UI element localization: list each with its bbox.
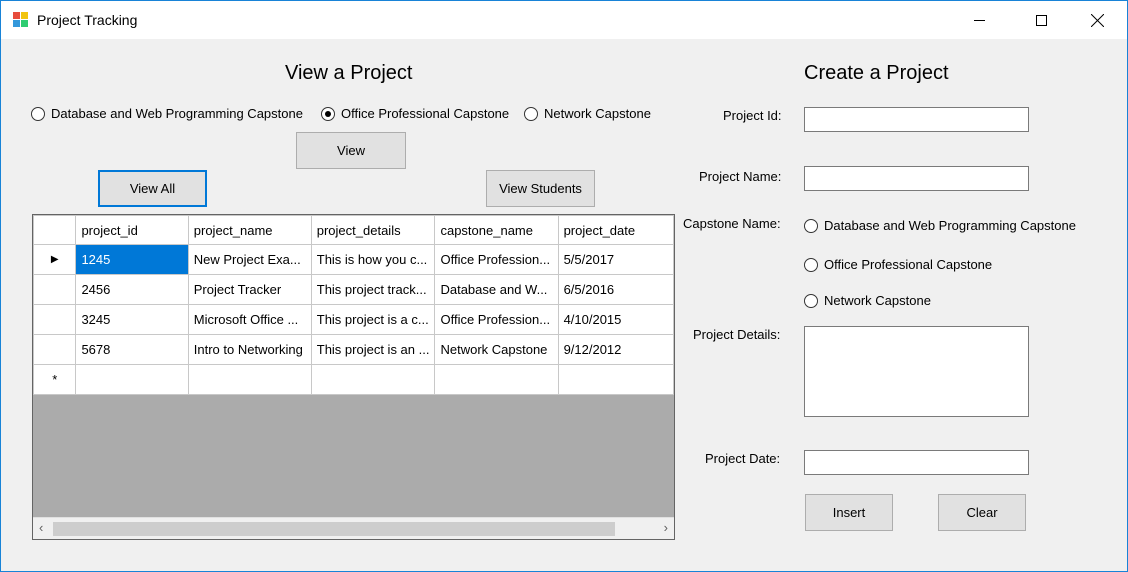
table-cell[interactable]: New Project Exa... <box>187 244 312 275</box>
radio-label: Office Professional Capstone <box>341 106 510 121</box>
horizontal-scrollbar[interactable]: ‹ › <box>33 517 674 539</box>
table-cell[interactable]: Office Profession... <box>434 244 559 275</box>
capstone-radio-network[interactable]: Network Capstone <box>804 293 931 308</box>
radio-network[interactable]: Network Capstone <box>524 106 651 121</box>
minimize-button[interactable] <box>956 1 1002 39</box>
table-cell[interactable] <box>434 364 559 395</box>
column-header[interactable]: capstone_name <box>434 215 559 245</box>
insert-button[interactable]: Insert <box>805 494 893 531</box>
project-date-input[interactable] <box>804 450 1029 475</box>
header-row: project_id project_name project_details … <box>33 215 674 245</box>
project-id-input[interactable] <box>804 107 1029 132</box>
table-cell[interactable]: Microsoft Office ... <box>187 304 312 335</box>
table-cell[interactable]: This project is an ... <box>310 334 436 365</box>
row-header[interactable] <box>33 334 77 365</box>
table-cell[interactable]: Office Profession... <box>434 304 559 335</box>
radio-circle <box>804 293 818 308</box>
column-header[interactable]: project_date <box>557 215 674 245</box>
table-cell[interactable]: Project Tracker <box>187 274 312 305</box>
table-cell[interactable] <box>557 364 674 395</box>
table-cell[interactable]: 1245 <box>75 244 189 275</box>
radio-label: Office Professional Capstone <box>824 257 993 272</box>
radio-label: Database and Web Programming Capstone <box>824 218 1076 233</box>
view-button[interactable]: View <box>296 132 406 169</box>
table-cell[interactable]: Network Capstone <box>434 334 559 365</box>
radio-database-web[interactable]: Database and Web Programming Capstone <box>31 106 303 121</box>
table-cell[interactable]: 5678 <box>75 334 189 365</box>
app-icon <box>13 12 29 28</box>
maximize-button[interactable] <box>1018 1 1064 39</box>
radio-circle <box>321 106 335 121</box>
row-header[interactable] <box>33 274 77 305</box>
table-cell[interactable] <box>187 364 312 395</box>
table-cell[interactable]: Database and W... <box>434 274 559 305</box>
capstone-name-label: Capstone Name: <box>683 216 781 231</box>
table-row[interactable]: ▶ 1245 New Project Exa... This is how yo… <box>33 244 674 275</box>
row-header[interactable] <box>33 304 77 335</box>
project-name-label: Project Name: <box>699 169 782 184</box>
table-cell[interactable]: This is how you c... <box>310 244 436 275</box>
table-cell[interactable]: 3245 <box>75 304 189 335</box>
radio-label: Database and Web Programming Capstone <box>51 106 303 121</box>
table-row[interactable]: 2456 Project Tracker This project track.… <box>33 274 674 305</box>
scroll-right-icon[interactable]: › <box>664 520 668 535</box>
project-details-textarea[interactable] <box>804 326 1029 417</box>
current-row-indicator[interactable]: ▶ <box>33 244 77 275</box>
scrollbar-thumb[interactable] <box>53 522 615 536</box>
projects-table: project_id project_name project_details … <box>33 215 674 395</box>
radio-circle <box>31 106 45 121</box>
new-row[interactable]: * <box>33 364 674 395</box>
minimize-icon <box>973 19 985 21</box>
table-cell[interactable]: 9/12/2012 <box>557 334 674 365</box>
radio-circle <box>524 106 538 121</box>
close-button[interactable] <box>1074 1 1120 39</box>
new-row-indicator[interactable]: * <box>33 364 77 395</box>
grid-corner <box>33 215 77 245</box>
table-cell[interactable] <box>310 364 436 395</box>
table-cell[interactable]: 6/5/2016 <box>557 274 674 305</box>
radio-label: Network Capstone <box>824 293 931 308</box>
view-students-button[interactable]: View Students <box>486 170 595 207</box>
project-details-label: Project Details: <box>693 327 781 342</box>
window-title: Project Tracking <box>37 12 138 28</box>
app-window: Project Tracking View a Project Database… <box>0 0 1128 572</box>
scroll-left-icon[interactable]: ‹ <box>39 520 43 535</box>
project-date-label: Project Date: <box>705 451 781 466</box>
radio-checked-dot <box>325 110 331 117</box>
project-name-input[interactable] <box>804 166 1029 191</box>
table-cell[interactable]: This project track... <box>310 274 436 305</box>
column-header[interactable]: project_details <box>310 215 436 245</box>
column-header[interactable]: project_name <box>187 215 312 245</box>
radio-label: Network Capstone <box>544 106 651 121</box>
table-cell[interactable] <box>75 364 189 395</box>
table-row[interactable]: 3245 Microsoft Office ... This project i… <box>33 304 674 335</box>
view-all-button[interactable]: View All <box>98 170 207 207</box>
table-row[interactable]: 5678 Intro to Networking This project is… <box>33 334 674 365</box>
view-project-heading: View a Project <box>285 62 413 84</box>
capstone-radio-database-web[interactable]: Database and Web Programming Capstone <box>804 218 1076 233</box>
table-cell[interactable]: This project is a c... <box>310 304 436 335</box>
column-header[interactable]: project_id <box>75 215 189 245</box>
capstone-radio-office-professional[interactable]: Office Professional Capstone <box>804 257 992 272</box>
table-cell[interactable]: 4/10/2015 <box>557 304 674 335</box>
project-id-label: Project Id: <box>723 108 782 123</box>
radio-circle <box>804 218 818 233</box>
table-cell[interactable]: 2456 <box>75 274 189 305</box>
table-cell[interactable]: Intro to Networking <box>187 334 312 365</box>
maximize-icon <box>1035 14 1047 26</box>
radio-office-professional[interactable]: Office Professional Capstone <box>321 106 509 121</box>
clear-button[interactable]: Clear <box>938 494 1026 531</box>
close-icon <box>1090 13 1104 27</box>
create-project-heading: Create a Project <box>804 62 949 84</box>
title-bar[interactable]: Project Tracking <box>1 1 1127 39</box>
projects-grid[interactable]: project_id project_name project_details … <box>32 214 675 540</box>
table-cell[interactable]: 5/5/2017 <box>557 244 674 275</box>
radio-circle <box>804 257 818 272</box>
